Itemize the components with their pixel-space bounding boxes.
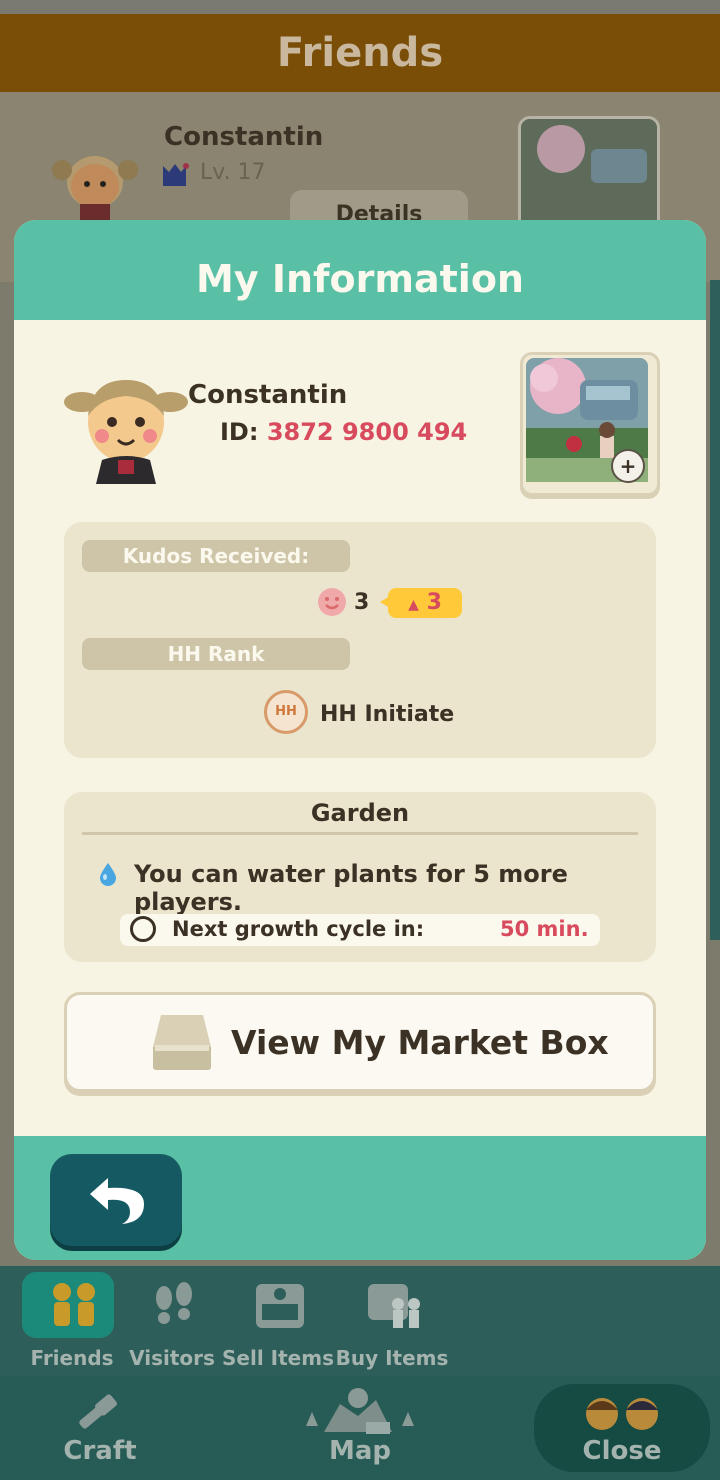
player-name: Constantin — [188, 380, 348, 410]
nav-map[interactable]: Map — [290, 1376, 430, 1480]
campsite-photo[interactable]: + — [520, 352, 660, 496]
id-label: ID: — [220, 418, 259, 446]
divider — [82, 832, 638, 835]
tab-friends[interactable]: Friends — [22, 1266, 122, 1376]
timer-icon — [130, 916, 156, 942]
friends-icon — [53, 1283, 95, 1326]
friends-header: Friends — [0, 14, 720, 92]
nav-craft[interactable]: Craft — [40, 1376, 160, 1480]
growth-cycle-pill: Next growth cycle in: 50 min. — [120, 914, 600, 946]
kudos-badge-value: 3 — [426, 590, 442, 615]
close-button[interactable]: Close — [534, 1384, 710, 1472]
stats-panel: Kudos Received: 3 ▲ 3 HH Rank HH HH Init… — [64, 522, 656, 758]
back-button[interactable] — [50, 1154, 182, 1246]
water-plants-text: You can water plants for 5 more players. — [134, 860, 568, 916]
water-drop-icon — [100, 863, 116, 886]
nav-map-label: Map — [328, 1436, 392, 1466]
hammer-icon — [79, 1394, 117, 1429]
map-icon — [306, 1388, 414, 1434]
kudos-count: 3 — [354, 590, 370, 615]
hh-rank-name: HH Initiate — [320, 702, 455, 727]
kudos-label: Kudos Received: — [82, 540, 350, 572]
view-market-box-button[interactable]: View My Market Box — [64, 992, 656, 1092]
player-id-value[interactable]: 3872 9800 494 — [267, 418, 467, 446]
growth-cycle-label: Next growth cycle in: — [172, 917, 425, 941]
tab-visitors[interactable]: Visitors — [122, 1266, 222, 1376]
kudos-badge: ▲ 3 — [388, 588, 462, 618]
buy-items-icon — [368, 1284, 420, 1328]
villagers-icon — [586, 1398, 658, 1430]
player-id-row: ID: 3872 9800 494 — [220, 418, 467, 446]
market-box-icon — [153, 1015, 211, 1070]
footprints-icon — [156, 1282, 192, 1324]
zoom-icon[interactable]: + — [611, 449, 645, 483]
friend-name: Constantin — [164, 122, 324, 152]
my-information-modal: My Information Constantin ID: 3872 9800 … — [14, 220, 706, 1260]
garden-title: Garden — [310, 799, 410, 827]
modal-title: My Information — [14, 220, 706, 320]
tab-buy-items[interactable]: Buy Items — [336, 1266, 448, 1376]
garden-panel: Garden You can water plants for 5 more p… — [64, 792, 656, 962]
hh-rank-icon: HH — [264, 690, 308, 734]
smiley-icon — [318, 588, 346, 616]
market-box-icon — [256, 1284, 304, 1328]
status-bar-area — [0, 0, 720, 14]
cat-icon — [163, 163, 189, 186]
friend-level: Lv. 17 — [200, 160, 266, 185]
market-box-label: View My Market Box — [231, 1023, 609, 1062]
player-avatar — [64, 380, 188, 484]
bottom-nav: Craft Map Close — [0, 1376, 720, 1480]
scrollbar-edge — [710, 280, 720, 940]
tab-label: Buy Items — [335, 1346, 449, 1370]
nav-craft-label: Craft — [63, 1436, 137, 1466]
growth-cycle-value: 50 min. — [500, 917, 589, 941]
close-label: Close — [582, 1436, 662, 1466]
tab-strip: Friends Visitors Sell Items Buy Items — [0, 1266, 720, 1376]
triangle-up-icon: ▲ — [408, 597, 419, 613]
tab-label: Visitors — [129, 1346, 215, 1370]
back-arrow-icon — [90, 1178, 144, 1224]
hh-rank-label: HH Rank — [82, 638, 350, 670]
friend-avatar — [52, 156, 138, 220]
tab-label: Sell Items — [222, 1346, 334, 1370]
tab-sell-items[interactable]: Sell Items — [222, 1266, 334, 1376]
